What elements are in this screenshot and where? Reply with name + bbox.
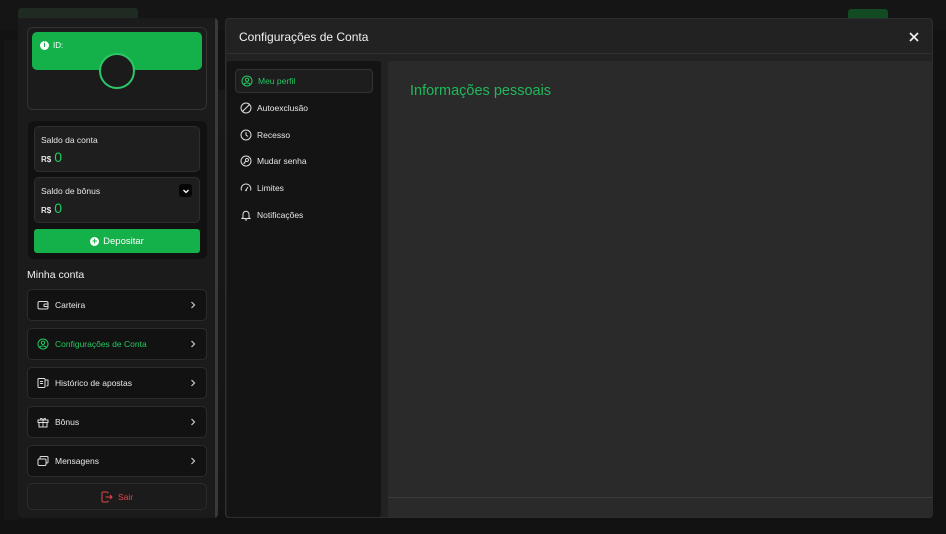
nav-item-my-profile[interactable]: Meu perfil xyxy=(235,69,373,93)
bonus-balance-amount: 0 xyxy=(54,200,63,216)
bonus-expand-button[interactable] xyxy=(179,184,192,197)
chevron-right-icon xyxy=(191,301,196,309)
nav-item-timeout[interactable]: Recesso xyxy=(235,123,373,147)
account-balance-value: R$ 0 xyxy=(41,149,62,165)
menu-item-label: Mensagens xyxy=(55,456,99,466)
background-strip xyxy=(4,40,18,520)
clock-icon xyxy=(240,129,252,141)
logout-button[interactable]: Sair xyxy=(27,483,207,510)
wallet-icon xyxy=(37,301,49,310)
menu-item-bonus[interactable]: Bônus xyxy=(27,406,207,438)
nav-item-notifications[interactable]: Notificações xyxy=(235,203,373,227)
currency-symbol: R$ xyxy=(41,206,52,215)
ticket-icon xyxy=(37,378,49,388)
nav-item-change-password[interactable]: Mudar senha xyxy=(235,149,373,173)
menu-item-label: Configurações de Conta xyxy=(55,339,147,349)
avatar[interactable] xyxy=(99,53,135,89)
account-balance-label: Saldo da conta xyxy=(41,135,98,145)
chevron-down-icon xyxy=(182,189,189,193)
menu-item-label: Histórico de apostas xyxy=(55,378,133,388)
close-button[interactable] xyxy=(907,30,921,44)
bonus-balance-card: Saldo de bônus R$ 0 xyxy=(34,177,200,223)
bell-icon xyxy=(240,210,252,221)
user-id-row: i ID: xyxy=(40,41,63,50)
account-balance-amount: 0 xyxy=(54,149,63,165)
chevron-right-icon xyxy=(191,340,196,348)
nav-item-label: Recesso xyxy=(257,130,291,140)
block-icon xyxy=(240,102,252,114)
profile-card: i ID: xyxy=(27,27,207,110)
settings-nav: Meu perfil Autoexclusão Recesso Mudar se… xyxy=(227,61,381,517)
chevron-right-icon xyxy=(191,418,196,426)
content-divider xyxy=(388,497,933,498)
nav-item-label: Meu perfil xyxy=(258,76,296,86)
nav-item-label: Autoexclusão xyxy=(257,103,309,113)
close-icon xyxy=(909,32,919,42)
menu-item-label: Carteira xyxy=(55,300,86,310)
deposit-label: Depositar xyxy=(103,235,144,247)
deposit-button[interactable]: + Depositar xyxy=(34,229,200,253)
bonus-balance-label: Saldo de bônus xyxy=(41,186,101,196)
nav-item-limits[interactable]: Limites xyxy=(235,176,373,200)
sidebar-scrollbar[interactable] xyxy=(215,18,218,518)
account-settings-modal: Configurações de Conta Meu perfil Autoex… xyxy=(225,18,933,518)
gift-icon xyxy=(37,417,49,428)
menu-item-wallet[interactable]: Carteira xyxy=(27,289,207,321)
chevron-right-icon xyxy=(191,379,196,387)
modal-title: Configurações de Conta xyxy=(239,30,369,44)
nav-item-self-exclusion[interactable]: Autoexclusão xyxy=(235,96,373,120)
user-circle-icon xyxy=(241,75,253,87)
chevron-right-icon xyxy=(191,457,196,465)
messages-icon xyxy=(37,456,49,466)
logout-icon xyxy=(101,491,113,502)
account-sidebar: i ID: Saldo da conta R$ 0 Saldo de bônus… xyxy=(18,18,218,518)
info-icon: i xyxy=(40,41,49,50)
menu-item-messages[interactable]: Mensagens xyxy=(27,445,207,477)
gauge-icon xyxy=(240,183,252,192)
personal-info-title: Informações pessoais xyxy=(410,83,552,99)
nav-item-label: Mudar senha xyxy=(257,156,307,166)
nav-item-label: Limites xyxy=(257,183,284,193)
settings-content: Informações pessoais xyxy=(388,61,933,517)
nav-item-label: Notificações xyxy=(257,210,304,220)
key-icon xyxy=(240,155,252,167)
menu-item-label: Bônus xyxy=(55,417,80,427)
menu-item-bet-history[interactable]: Histórico de apostas xyxy=(27,367,207,399)
modal-header: Configurações de Conta xyxy=(226,19,932,54)
my-account-title: Minha conta xyxy=(27,269,85,281)
logout-label: Sair xyxy=(117,491,134,502)
user-circle-icon xyxy=(37,338,49,350)
plus-icon: + xyxy=(90,235,100,246)
balance-section: Saldo da conta R$ 0 Saldo de bônus R$ 0 … xyxy=(28,121,207,259)
user-id-label: ID: xyxy=(53,41,64,50)
account-balance-card: Saldo da conta R$ 0 xyxy=(34,126,200,172)
menu-item-account-settings[interactable]: Configurações de Conta xyxy=(27,328,207,360)
currency-symbol: R$ xyxy=(41,155,52,164)
bonus-balance-value: R$ 0 xyxy=(41,200,62,216)
